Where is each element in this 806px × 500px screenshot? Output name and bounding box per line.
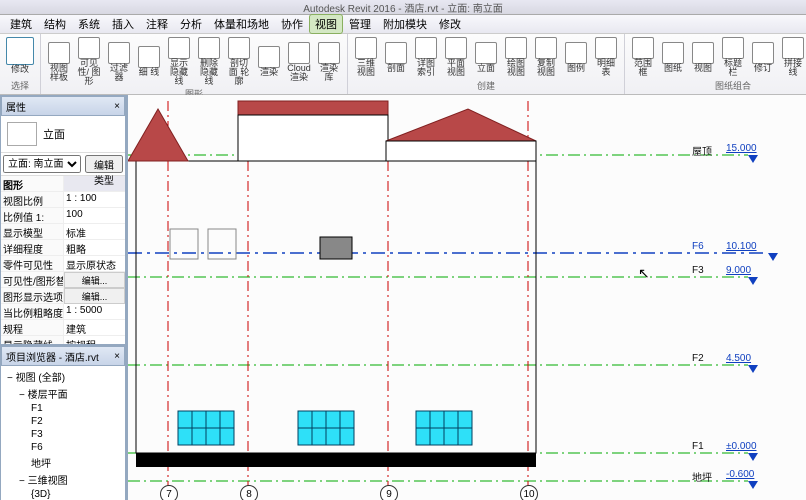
- scope-box-button[interactable]: 范围 框: [629, 36, 657, 78]
- grid-bubble[interactable]: 10: [520, 485, 538, 500]
- menu-struct[interactable]: 结构: [38, 14, 72, 34]
- title-bar: Autodesk Revit 2016 - 酒店.rvt - 立面: 南立面: [0, 0, 806, 15]
- menu-modify[interactable]: 修改: [433, 14, 467, 34]
- tree-node[interactable]: − 三维视图: [3, 471, 123, 488]
- view-button[interactable]: 视图: [689, 36, 717, 78]
- edit-type-button[interactable]: 编辑类型: [85, 155, 123, 173]
- cursor-icon: ↖: [638, 265, 650, 282]
- level-elevation[interactable]: 10.100: [726, 241, 757, 252]
- modify-button[interactable]: 修改: [4, 36, 36, 75]
- tree-node[interactable]: − 视图 (全部): [3, 368, 123, 385]
- level-elevation[interactable]: 9.000: [726, 265, 751, 276]
- level-name[interactable]: 屋顶: [692, 143, 712, 158]
- plan-view-button[interactable]: 平面 视图: [442, 36, 470, 78]
- remove-hidden-button[interactable]: 删除 隐藏线: [195, 36, 223, 87]
- tree-node[interactable]: F1: [3, 402, 123, 415]
- section-button[interactable]: 剖面: [382, 36, 410, 78]
- property-row[interactable]: 规程建筑: [1, 320, 125, 336]
- property-grid: 图形视图比例1 : 100比例值 1:100显示模型标准详细程度粗略零件可见性显…: [1, 176, 125, 345]
- menu-addins[interactable]: 附加模块: [377, 14, 433, 34]
- elevation-button[interactable]: 立面: [472, 36, 500, 78]
- grid-bubble[interactable]: 7: [160, 485, 178, 500]
- level-name[interactable]: F2: [692, 353, 704, 364]
- property-row[interactable]: 当比例粗略度...1 : 5000: [1, 304, 125, 320]
- show-hidden-button[interactable]: 显示 隐藏线: [165, 36, 193, 87]
- property-row[interactable]: 比例值 1:100: [1, 208, 125, 224]
- ribbon: 修改 选择 视图 样板 可见性/ 图形 过滤器 细 线 显示 隐藏线 删除 隐藏…: [0, 34, 806, 95]
- level-name[interactable]: F3: [692, 265, 704, 276]
- property-row[interactable]: 图形: [1, 176, 125, 192]
- property-row[interactable]: 详细程度粗略: [1, 240, 125, 256]
- level-name[interactable]: F6: [692, 241, 704, 252]
- matchline-button[interactable]: 拼接线: [779, 36, 806, 78]
- instance-selector[interactable]: 立面: 南立面: [3, 155, 81, 173]
- menu-sys[interactable]: 系统: [72, 14, 106, 34]
- tree-node[interactable]: {3D}: [3, 488, 123, 500]
- render-gallery-button[interactable]: 渲染 库: [315, 36, 343, 87]
- menu-arch[interactable]: 建筑: [4, 14, 38, 34]
- menu-massing[interactable]: 体量和场地: [208, 14, 275, 34]
- legend-button[interactable]: 图例: [562, 36, 590, 78]
- tree-node[interactable]: 地坪: [3, 454, 123, 471]
- visibility-button[interactable]: 可见性/ 图形: [75, 36, 103, 87]
- menu-manage[interactable]: 管理: [343, 14, 377, 34]
- drawing-canvas[interactable]: 屋顶 15.000 F6 10.100 F3 9.000 F2 4.500 F1 ±0.000 地坪…: [128, 95, 806, 500]
- level-name[interactable]: F1: [692, 441, 704, 452]
- level-name[interactable]: 地坪: [692, 469, 712, 484]
- type-thumb-icon: [7, 122, 37, 146]
- level-elevation[interactable]: 15.000: [726, 143, 757, 154]
- close-icon[interactable]: ×: [114, 351, 120, 362]
- cloud-render-button[interactable]: Cloud 渲染: [285, 36, 313, 87]
- type-label: 立面: [43, 126, 65, 142]
- sheet-button[interactable]: 图纸: [659, 36, 687, 78]
- menu-annotate[interactable]: 注释: [140, 14, 174, 34]
- callout-button[interactable]: 详图索引: [412, 36, 440, 78]
- drafting-view-button[interactable]: 绘图 视图: [502, 36, 530, 78]
- property-row[interactable]: 显示隐藏线按规程: [1, 336, 125, 345]
- property-row[interactable]: 零件可见性显示原状态: [1, 256, 125, 272]
- tree-node[interactable]: F2: [3, 415, 123, 428]
- render-button[interactable]: 渲染: [255, 36, 283, 87]
- tree-node[interactable]: − 楼层平面: [3, 385, 123, 402]
- titleblock-button[interactable]: 标题 栏: [719, 36, 747, 78]
- level-elevation[interactable]: -0.600: [726, 469, 754, 480]
- tree-node[interactable]: F6: [3, 441, 123, 454]
- property-row[interactable]: 视图比例1 : 100: [1, 192, 125, 208]
- properties-header[interactable]: 属性×: [1, 96, 125, 116]
- project-browser: 项目浏览器 - 酒店.rvt× − 视图 (全部)− 楼层平面F1F2F3F6地…: [0, 345, 126, 500]
- menu-bar: 建筑 结构 系统 插入 注释 分析 体量和场地 协作 视图 管理 附加模块 修改: [0, 15, 806, 34]
- close-icon[interactable]: ×: [114, 101, 120, 112]
- tree-node[interactable]: F3: [3, 428, 123, 441]
- duplicate-view-button[interactable]: 复制 视图: [532, 36, 560, 78]
- filters-button[interactable]: 过滤器: [105, 36, 133, 87]
- grid-bubble[interactable]: 9: [380, 485, 398, 500]
- grid-bubble[interactable]: 8: [240, 485, 258, 500]
- 3d-view-button[interactable]: 三维 视图: [352, 36, 380, 78]
- property-row[interactable]: 可见性/图形替换编辑...: [1, 272, 125, 288]
- property-row[interactable]: 图形显示选项编辑...: [1, 288, 125, 304]
- menu-view[interactable]: 视图: [309, 14, 343, 34]
- cut-profile-button[interactable]: 剖切面 轮廓: [225, 36, 253, 87]
- revision-button[interactable]: 修订: [749, 36, 777, 78]
- properties-panel: 属性× 立面 立面: 南立面 编辑类型 图形视图比例1 : 100比例值 1:1…: [0, 95, 126, 345]
- thin-lines-button[interactable]: 细 线: [135, 36, 163, 87]
- property-row[interactable]: 显示模型标准: [1, 224, 125, 240]
- browser-header[interactable]: 项目浏览器 - 酒店.rvt×: [1, 346, 125, 366]
- schedule-button[interactable]: 明细表: [592, 36, 620, 78]
- menu-insert[interactable]: 插入: [106, 14, 140, 34]
- level-elevation[interactable]: ±0.000: [726, 441, 757, 452]
- menu-collab[interactable]: 协作: [275, 14, 309, 34]
- menu-analyze[interactable]: 分析: [174, 14, 208, 34]
- level-elevation[interactable]: 4.500: [726, 353, 751, 364]
- view-template-button[interactable]: 视图 样板: [45, 36, 73, 87]
